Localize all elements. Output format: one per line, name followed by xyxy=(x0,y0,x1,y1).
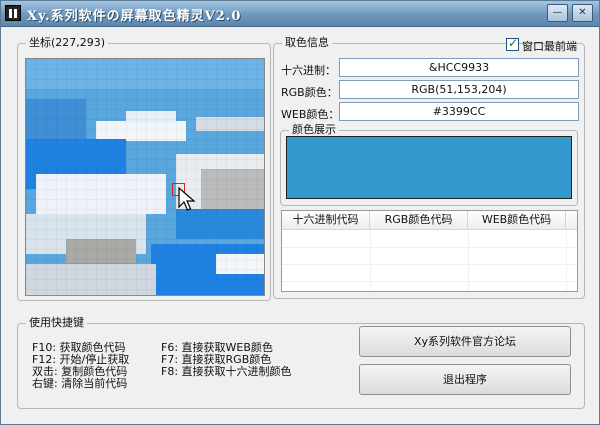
app-icon xyxy=(5,5,21,21)
color-display-label: 颜色展示 xyxy=(289,123,339,137)
color-swatch xyxy=(286,136,572,199)
coordinate-label: 坐标(227,293) xyxy=(26,36,109,50)
shortcuts-label: 使用快捷键 xyxy=(26,316,87,330)
magnifier-view[interactable] xyxy=(25,58,265,296)
column-header-hex[interactable]: 十六进制代码 xyxy=(282,211,370,230)
rgb-value-field[interactable]: RGB(51,153,204) xyxy=(339,80,579,99)
rgb-label: RGB颜色： xyxy=(281,86,338,99)
column-header-web[interactable]: WEB颜色代码 xyxy=(468,211,566,230)
app-window: Xy.系列软件の屏幕取色精灵V2.0 — ✕ 坐标(227,293) 取色信息 … xyxy=(0,0,600,425)
hex-value-field[interactable]: &HCC9933 xyxy=(339,58,579,77)
window-title: Xy.系列软件の屏幕取色精灵V2.0 xyxy=(27,9,242,24)
shortcut-item: 右键: 清除当前代码 xyxy=(32,377,128,390)
exit-button[interactable]: 退出程序 xyxy=(359,364,571,395)
web-value-field[interactable]: #3399CC xyxy=(339,102,579,121)
color-history-list[interactable]: 十六进制代码 RGB颜色代码 WEB颜色代码 xyxy=(281,210,578,292)
web-label: WEB颜色： xyxy=(281,108,340,121)
title-bar[interactable]: Xy.系列软件の屏幕取色精灵V2.0 — ✕ xyxy=(1,1,599,27)
always-on-top-label: 窗口最前端 xyxy=(522,40,577,53)
hex-label: 十六进制： xyxy=(281,64,336,77)
mouse-cursor-icon xyxy=(178,187,196,211)
close-button[interactable]: ✕ xyxy=(572,4,593,22)
minimize-button[interactable]: — xyxy=(547,4,568,22)
check-icon: ✓ xyxy=(508,36,519,50)
always-on-top-checkbox[interactable]: ✓ xyxy=(506,36,519,51)
list-header: 十六进制代码 RGB颜色代码 WEB颜色代码 xyxy=(282,211,577,230)
shortcut-item: F8: 直接获取十六进制颜色 xyxy=(161,365,292,378)
color-info-label: 取色信息 xyxy=(282,36,332,50)
official-forum-button[interactable]: Xy系列软件官方论坛 xyxy=(359,326,571,357)
column-header-rgb[interactable]: RGB颜色代码 xyxy=(370,211,468,230)
